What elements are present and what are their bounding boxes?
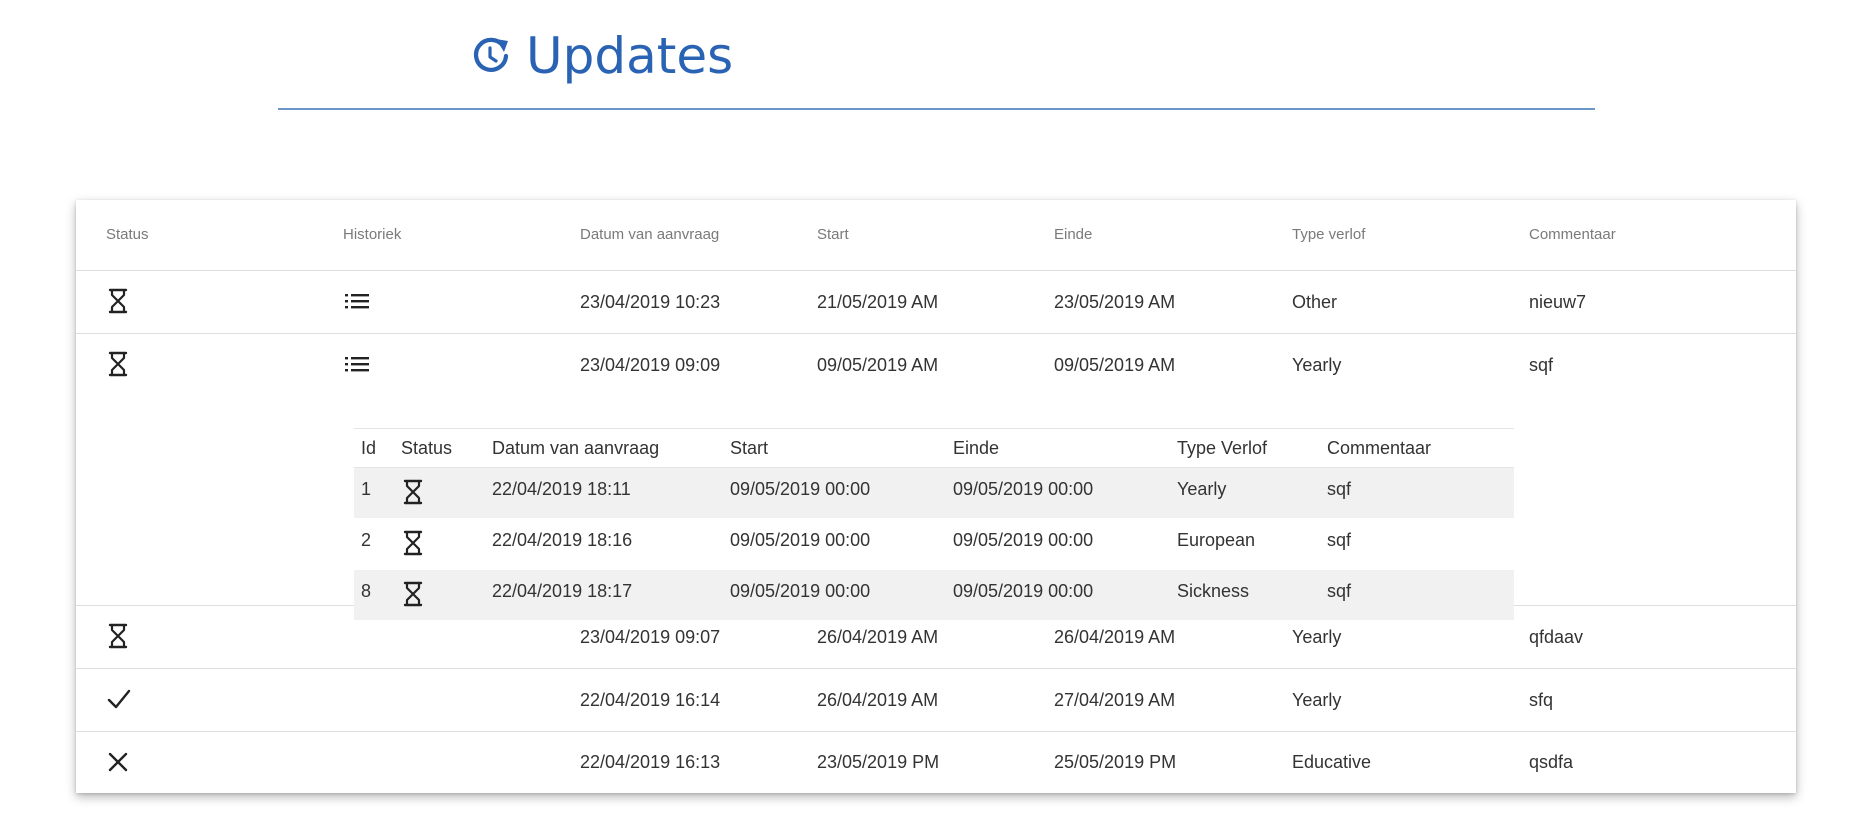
list-icon[interactable] [343, 354, 371, 374]
hourglass-icon [403, 479, 423, 505]
history-col-start: Start [730, 438, 769, 458]
cell-commentaar: sfq [1529, 690, 1554, 710]
history-col-status: Status [401, 438, 453, 458]
history-cell-commentaar: sqf [1327, 530, 1352, 550]
history-cell-datum: 22/04/2019 18:17 [492, 581, 633, 601]
history-cell-start: 09/05/2019 00:00 [730, 530, 871, 550]
hourglass-icon [403, 581, 423, 607]
history-col-datum: Datum van aanvraag [492, 438, 660, 458]
updates-table-card: Status Historiek Datum van aanvraag Star… [76, 200, 1796, 793]
page-title: Updates [526, 27, 734, 85]
cell-datum: 22/04/2019 16:14 [580, 690, 721, 710]
hourglass-icon [108, 623, 128, 649]
close-icon [108, 752, 128, 772]
history-col-id: Id [361, 438, 377, 458]
cell-type-verlof: Yearly [1292, 627, 1342, 647]
page-title-group: Updates [470, 22, 733, 90]
history-cell-id: 1 [361, 479, 372, 499]
history-header-row: Id Status Datum van aanvraag Start Einde… [354, 428, 1514, 468]
title-divider [278, 108, 1595, 110]
history-cell-start: 09/05/2019 00:00 [730, 479, 871, 499]
cell-type-verlof: Educative [1292, 752, 1372, 772]
cell-type-verlof: Yearly [1292, 690, 1342, 710]
history-cell-einde: 09/05/2019 00:00 [953, 530, 1094, 550]
cell-einde: 23/05/2019 AM [1054, 292, 1176, 312]
col-header-start[interactable]: Start [817, 226, 849, 243]
history-cell-id: 2 [361, 530, 372, 550]
history-col-commentaar: Commentaar [1327, 438, 1432, 458]
history-refresh-icon [473, 37, 509, 72]
cell-commentaar: nieuw7 [1529, 292, 1587, 312]
history-row: 2 22/04/2019 18:16 09/05/2019 00:00 09/0… [354, 519, 1514, 570]
list-icon[interactable] [343, 291, 371, 311]
history-cell-id: 8 [361, 581, 372, 601]
cell-start: 09/05/2019 AM [817, 355, 939, 375]
history-cell-type: Yearly [1177, 479, 1227, 499]
cell-einde: 27/04/2019 AM [1054, 690, 1176, 710]
col-header-datum[interactable]: Datum van aanvraag [580, 226, 719, 243]
table-row[interactable]: 23/04/2019 09:07 26/04/2019 AM 26/04/201… [76, 606, 1796, 669]
cell-start: 21/05/2019 AM [817, 292, 939, 312]
hourglass-icon [403, 530, 423, 556]
col-header-status[interactable]: Status [106, 226, 149, 243]
cell-einde: 25/05/2019 PM [1054, 752, 1177, 772]
cell-commentaar: sqf [1529, 355, 1554, 375]
history-cell-commentaar: sqf [1327, 479, 1352, 499]
history-row: 1 22/04/2019 18:11 09/05/2019 00:00 09/0… [354, 468, 1514, 519]
cell-type-verlof: Other [1292, 292, 1338, 312]
col-header-commentaar[interactable]: Commentaar [1529, 226, 1616, 243]
cell-start: 23/05/2019 PM [817, 752, 940, 772]
table-row-expanded[interactable]: 23/04/2019 09:09 09/05/2019 AM 09/05/201… [76, 334, 1796, 621]
table-row[interactable]: 22/04/2019 16:14 26/04/2019 AM 27/04/201… [76, 669, 1796, 732]
history-cell-einde: 09/05/2019 00:00 [953, 479, 1094, 499]
history-cell-einde: 09/05/2019 00:00 [953, 581, 1094, 601]
history-cell-datum: 22/04/2019 18:11 [492, 479, 631, 499]
col-header-einde[interactable]: Einde [1054, 226, 1092, 243]
history-subtable: Id Status Datum van aanvraag Start Einde… [354, 428, 1514, 621]
table-row[interactable]: 23/04/2019 10:23 21/05/2019 AM 23/05/201… [76, 271, 1796, 334]
hourglass-icon [108, 288, 128, 314]
history-col-einde: Einde [953, 438, 1000, 458]
page-header: Updates [0, 0, 1866, 112]
history-cell-start: 09/05/2019 00:00 [730, 581, 871, 601]
history-cell-commentaar: sqf [1327, 581, 1352, 601]
table-row[interactable]: 22/04/2019 16:13 23/05/2019 PM 25/05/201… [76, 732, 1796, 793]
cell-start: 26/04/2019 AM [817, 690, 939, 710]
cell-commentaar: qfdaav [1529, 627, 1584, 647]
history-col-type: Type Verlof [1177, 438, 1268, 458]
cell-datum: 22/04/2019 16:13 [580, 752, 721, 772]
col-header-historiek[interactable]: Historiek [343, 226, 401, 243]
cell-datum: 23/04/2019 09:07 [580, 627, 721, 647]
cell-datum: 23/04/2019 09:09 [580, 355, 721, 375]
cell-einde: 26/04/2019 AM [1054, 627, 1176, 647]
check-icon [107, 689, 131, 709]
cell-start: 26/04/2019 AM [817, 627, 939, 647]
table-header-row: Status Historiek Datum van aanvraag Star… [76, 200, 1796, 271]
history-cell-datum: 22/04/2019 18:16 [492, 530, 633, 550]
history-cell-type: European [1177, 530, 1256, 550]
hourglass-icon [108, 351, 128, 377]
col-header-type-verlof[interactable]: Type verlof [1292, 226, 1365, 243]
cell-einde: 09/05/2019 AM [1054, 355, 1176, 375]
history-cell-type: Sickness [1177, 581, 1250, 601]
cell-commentaar: qsdfa [1529, 752, 1574, 772]
cell-datum: 23/04/2019 10:23 [580, 292, 721, 312]
cell-type-verlof: Yearly [1292, 355, 1342, 375]
